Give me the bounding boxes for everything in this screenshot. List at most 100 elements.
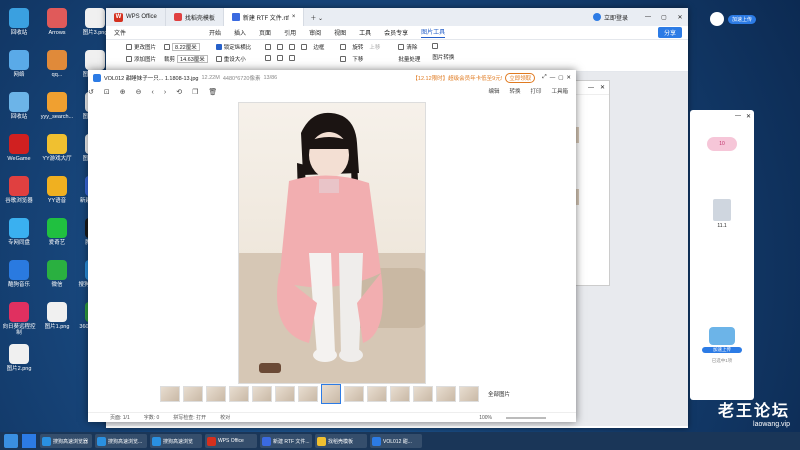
thumbnail[interactable] <box>206 386 226 402</box>
desktop-icon[interactable]: 网络 <box>2 50 36 78</box>
thumbnail[interactable] <box>390 386 410 402</box>
tab-wps-office[interactable]: W WPS Office <box>106 8 166 26</box>
promo-button[interactable]: 立即领取 <box>505 72 536 83</box>
minimize-button[interactable]: — <box>588 85 594 91</box>
rotate-left-icon[interactable]: ↺ <box>88 88 94 96</box>
taskbar-item[interactable]: 新建 RTF 文件... <box>260 434 312 448</box>
height-input[interactable]: 8.22厘米 <box>172 43 200 51</box>
new-tab-icon[interactable]: ＋ ⌄ <box>304 13 329 22</box>
taskbar-item[interactable]: 搜狗高速浏览 <box>150 434 202 448</box>
lock-ratio-checkbox[interactable]: 锁定纵横比 <box>215 43 251 51</box>
taskbar-item[interactable]: VOL012 甜... <box>370 434 422 448</box>
wrap-icon[interactable] <box>265 55 272 61</box>
rotate-ccw-icon[interactable]: ⟲ <box>176 88 182 96</box>
menu-vip[interactable]: 会员专享 <box>384 28 408 37</box>
edit-button[interactable]: 编辑 <box>488 87 499 95</box>
move-up-button[interactable]: 上移 <box>369 43 380 51</box>
desktop-icon[interactable]: 谷歌浏览器 <box>2 176 36 204</box>
zoom-in-icon[interactable]: ⊕ <box>120 88 126 96</box>
taskbar-item[interactable]: 搜狗高速浏览器 <box>40 434 92 448</box>
tab-template[interactable]: 找稻壳模板 <box>166 8 224 26</box>
width-input[interactable]: 14.63厘米 <box>177 55 208 63</box>
desktop-icon[interactable]: 图片2.png <box>2 344 36 372</box>
maximize-button[interactable]: ▢ <box>558 75 563 81</box>
promo-text[interactable]: 【12.12限时】超级会员年卡低至9元! <box>412 74 502 82</box>
crop-button[interactable]: 裁剪 <box>164 55 175 63</box>
reset-size-button[interactable]: 重设大小 <box>215 55 252 63</box>
menu-picture-tools[interactable]: 图片工具 <box>421 27 446 38</box>
actual-size-icon[interactable]: ⊡ <box>104 88 110 96</box>
thumbnail[interactable] <box>344 386 364 402</box>
close-button[interactable]: ✕ <box>566 75 571 81</box>
promo-badge[interactable]: 10 <box>707 137 737 151</box>
outline-icon[interactable] <box>289 44 296 50</box>
menu-review[interactable]: 审阅 <box>309 28 321 37</box>
thumbnail[interactable] <box>413 386 433 402</box>
close-button[interactable]: ✕ <box>672 14 688 21</box>
desktop-icon[interactable]: WeGame <box>2 134 36 162</box>
thumbnail[interactable] <box>298 386 318 402</box>
thumbnail[interactable] <box>160 386 180 402</box>
add-picture-button[interactable]: 添加图片 <box>126 55 156 63</box>
desktop-icon[interactable]: yyy_search... <box>40 92 74 120</box>
desktop-icon[interactable]: 回收站 <box>2 8 36 36</box>
rotate-icon[interactable] <box>340 44 347 50</box>
menu-view[interactable]: 视图 <box>334 28 346 37</box>
color-icon[interactable] <box>277 44 284 50</box>
desktop-icon[interactable]: Arrows <box>40 8 74 36</box>
minimize-button[interactable]: — <box>550 75 556 81</box>
menu-file[interactable]: 文件 <box>114 28 126 37</box>
print-button[interactable]: 打印 <box>530 87 541 95</box>
menu-page[interactable]: 页面 <box>259 28 271 37</box>
zoom-out-icon[interactable]: ⊖ <box>136 88 142 96</box>
thumbnail-selected[interactable] <box>321 384 341 404</box>
effect-icon[interactable] <box>265 44 272 50</box>
convert-button[interactable]: 转换 <box>509 87 520 95</box>
thumbnail[interactable] <box>459 386 479 402</box>
align-icon[interactable] <box>277 55 284 61</box>
desktop-icon[interactable]: YY语音 <box>40 176 74 204</box>
tab-rtf-document[interactable]: 新建 RTF 文件.rtf × <box>223 8 305 26</box>
menu-tools[interactable]: 工具 <box>359 28 371 37</box>
menu-start[interactable]: 开始 <box>209 28 221 37</box>
maximize-button[interactable]: ▢ <box>656 14 672 21</box>
minimize-button[interactable]: — <box>640 14 656 20</box>
delete-icon[interactable]: 🗑 <box>208 88 217 96</box>
rotate-button[interactable]: 旋转 <box>352 43 363 51</box>
clear-button[interactable]: 清除 <box>398 43 420 51</box>
desktop-icon[interactable]: 回收站 <box>2 92 36 120</box>
cloud-file-icon[interactable] <box>713 199 731 221</box>
cloud-logo-icon[interactable] <box>710 12 724 26</box>
convert-icon[interactable] <box>432 43 439 49</box>
fullscreen-icon[interactable]: ⤢ <box>542 74 546 81</box>
all-pictures-link[interactable]: 全部图片 <box>488 390 510 398</box>
desktop-icon[interactable]: qq... <box>40 50 74 78</box>
upload-button[interactable]: 加速上传 <box>702 347 742 353</box>
close-button[interactable]: ✕ <box>600 84 605 91</box>
group-icon[interactable] <box>289 55 296 61</box>
next-icon[interactable]: › <box>164 89 166 96</box>
select-icon[interactable] <box>340 56 347 62</box>
thumbnail[interactable] <box>436 386 456 402</box>
desktop-icon[interactable]: 专网同盘 <box>2 218 36 246</box>
thumbnail[interactable] <box>229 386 249 402</box>
thumbnail[interactable] <box>183 386 203 402</box>
login-link[interactable]: 立即登录 <box>604 13 628 22</box>
minimize-button[interactable]: — <box>735 113 741 120</box>
move-down-button[interactable]: 下移 <box>352 55 363 63</box>
cloud-upload-button[interactable]: 加速上传 <box>728 14 757 24</box>
desktop-icon[interactable]: 酷狗音乐 <box>2 260 36 288</box>
windows-logo-icon[interactable] <box>22 434 36 448</box>
copy-icon[interactable]: ❐ <box>192 88 198 96</box>
prev-icon[interactable]: ‹ <box>152 89 154 96</box>
close-tab-icon[interactable]: × <box>292 14 296 20</box>
taskbar-item[interactable]: 找稻壳模板 <box>315 434 367 448</box>
upload-cloud-icon[interactable] <box>709 327 735 345</box>
desktop-icon[interactable]: 图片1.png <box>40 302 74 330</box>
batch-process-button[interactable]: 批量处理 <box>398 55 420 63</box>
desktop-icon[interactable]: 爱奇艺 <box>40 218 74 246</box>
taskbar-item[interactable]: 搜狗高速浏览... <box>95 434 147 448</box>
thumbnail[interactable] <box>275 386 295 402</box>
desktop-icon[interactable]: YY游戏大厅 <box>40 134 74 162</box>
taskbar-item[interactable]: WPS Office <box>205 434 257 448</box>
